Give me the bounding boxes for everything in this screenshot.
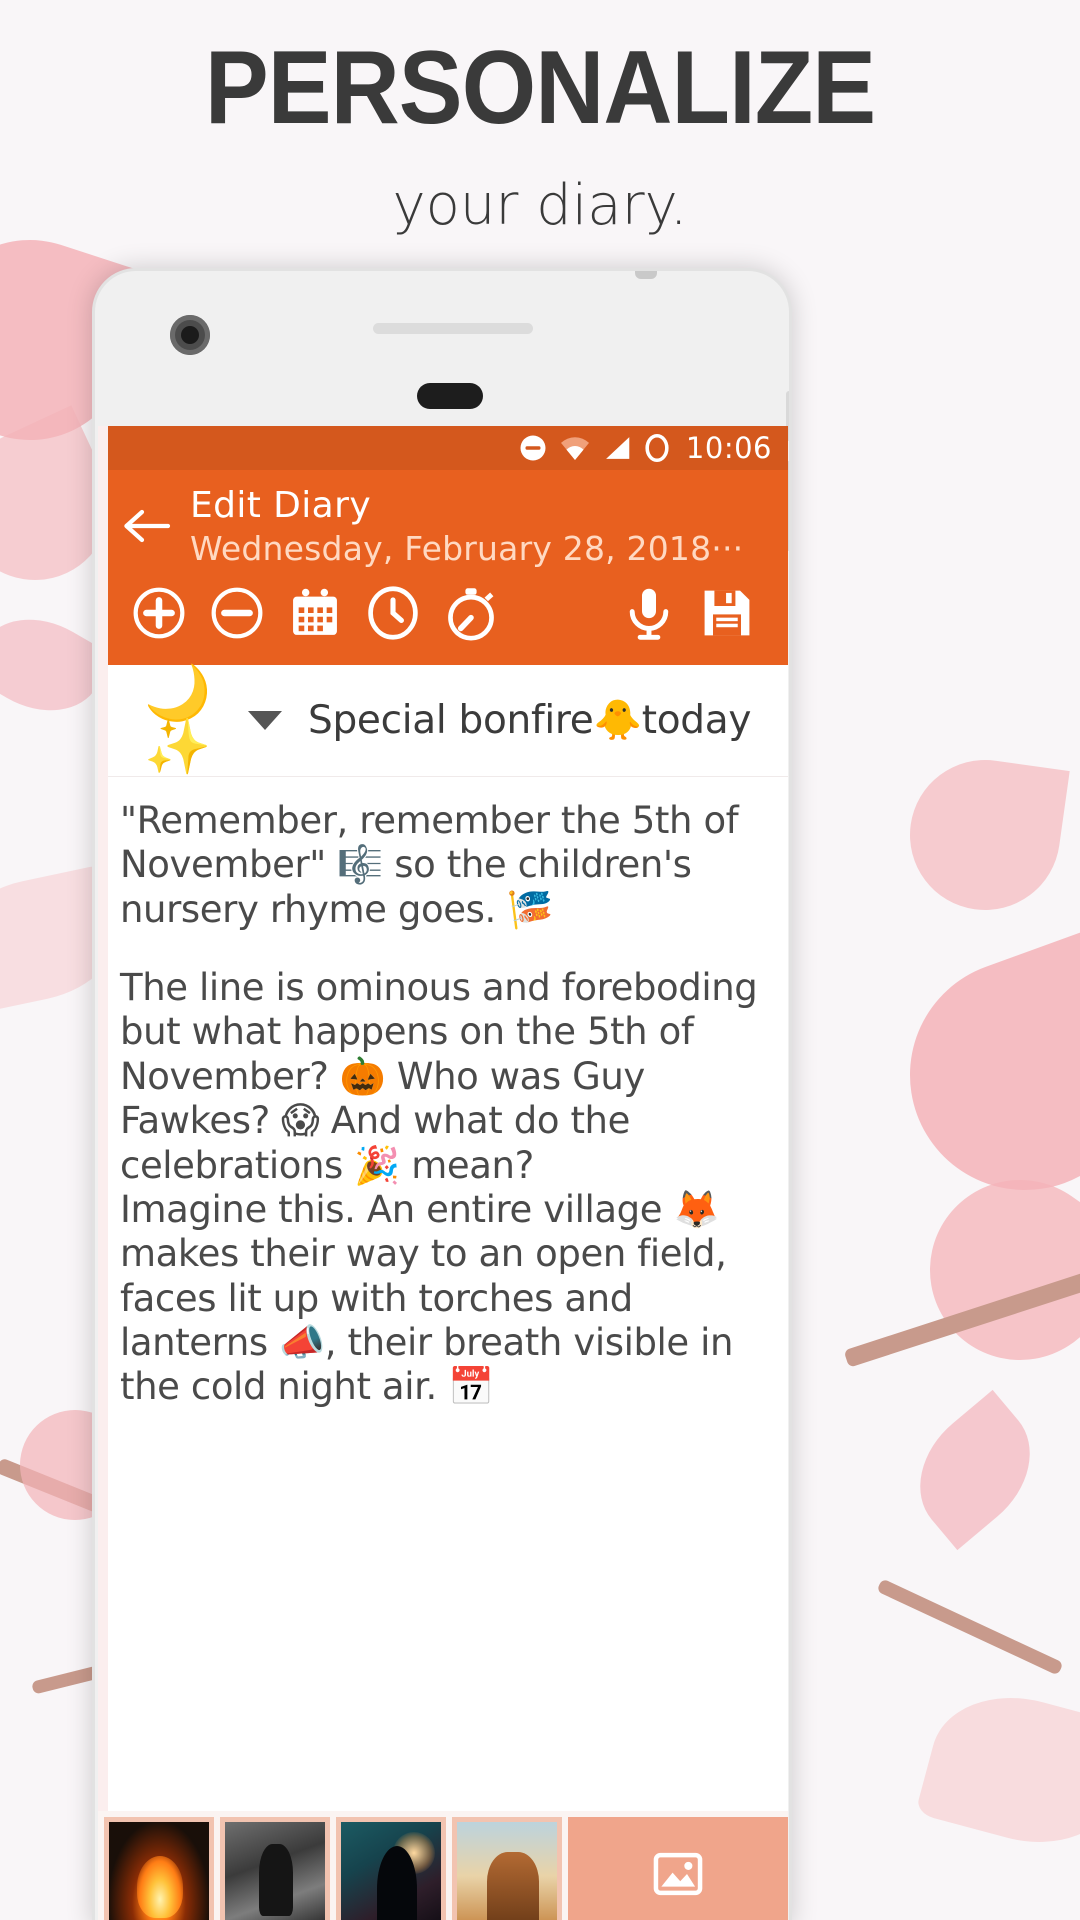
add-image-button[interactable] xyxy=(568,1817,788,1920)
entry-date-subtitle: Wednesday, February 28, 2018··· xyxy=(190,528,744,568)
earpiece-speaker xyxy=(373,323,533,334)
remove-button[interactable] xyxy=(198,581,276,645)
proximity-sensor xyxy=(417,383,483,409)
status-bar: 10:06 xyxy=(98,426,788,470)
entry-paragraph: "Remember, remember the 5th of November"… xyxy=(120,798,739,931)
add-image-icon xyxy=(653,1852,703,1896)
photo-bonfire[interactable] xyxy=(104,1817,214,1920)
sheet-left-edge xyxy=(98,426,108,1920)
entry-title[interactable]: Special bonfire🐥today xyxy=(308,697,751,743)
app-bar: Edit Diary Wednesday, February 28, 2018·… xyxy=(98,470,788,665)
phone-screen: 10:06 Edit Diary Wednesday, February 28,… xyxy=(98,426,788,1920)
entry-paragraph: The line is ominous and foreboding but w… xyxy=(120,965,758,1409)
promo-subheadline: your diary. xyxy=(392,173,688,239)
phone-mockup: 10:06 Edit Diary Wednesday, February 28,… xyxy=(92,268,792,1920)
page-title: Edit Diary xyxy=(190,485,372,526)
photo-sunset-hands[interactable] xyxy=(452,1817,562,1920)
battery-saver-icon xyxy=(643,433,671,463)
attachment-thumbnail-strip xyxy=(98,1811,788,1920)
photo-bw-figures[interactable] xyxy=(220,1817,330,1920)
entry-header-row: 🌙✨ Special bonfire🐥today xyxy=(98,664,788,777)
status-time: 10:06 xyxy=(685,431,772,465)
date-button[interactable] xyxy=(276,581,354,645)
time-button[interactable] xyxy=(354,581,432,645)
wifi-icon xyxy=(559,434,591,462)
editor-toolbar xyxy=(98,575,788,665)
crescent-moon-sparkle-icon[interactable]: 🌙✨ xyxy=(118,666,238,774)
phone-top-notch xyxy=(635,271,657,279)
back-button[interactable] xyxy=(120,484,180,550)
signal-icon xyxy=(602,434,632,462)
timer-button[interactable] xyxy=(432,581,510,645)
voice-button[interactable] xyxy=(610,581,688,645)
photo-silhouette[interactable] xyxy=(336,1817,446,1920)
add-button[interactable] xyxy=(120,581,198,645)
promo-headline: PERSONALIZE xyxy=(204,30,876,146)
promo-header: PERSONALIZE your diary. xyxy=(0,0,1080,238)
do-not-disturb-icon xyxy=(518,433,548,463)
entry-body-text[interactable]: "Remember, remember the 5th of November"… xyxy=(98,776,788,1437)
chevron-down-icon[interactable] xyxy=(248,710,282,730)
save-button[interactable] xyxy=(688,581,766,645)
front-camera-icon xyxy=(170,315,210,355)
